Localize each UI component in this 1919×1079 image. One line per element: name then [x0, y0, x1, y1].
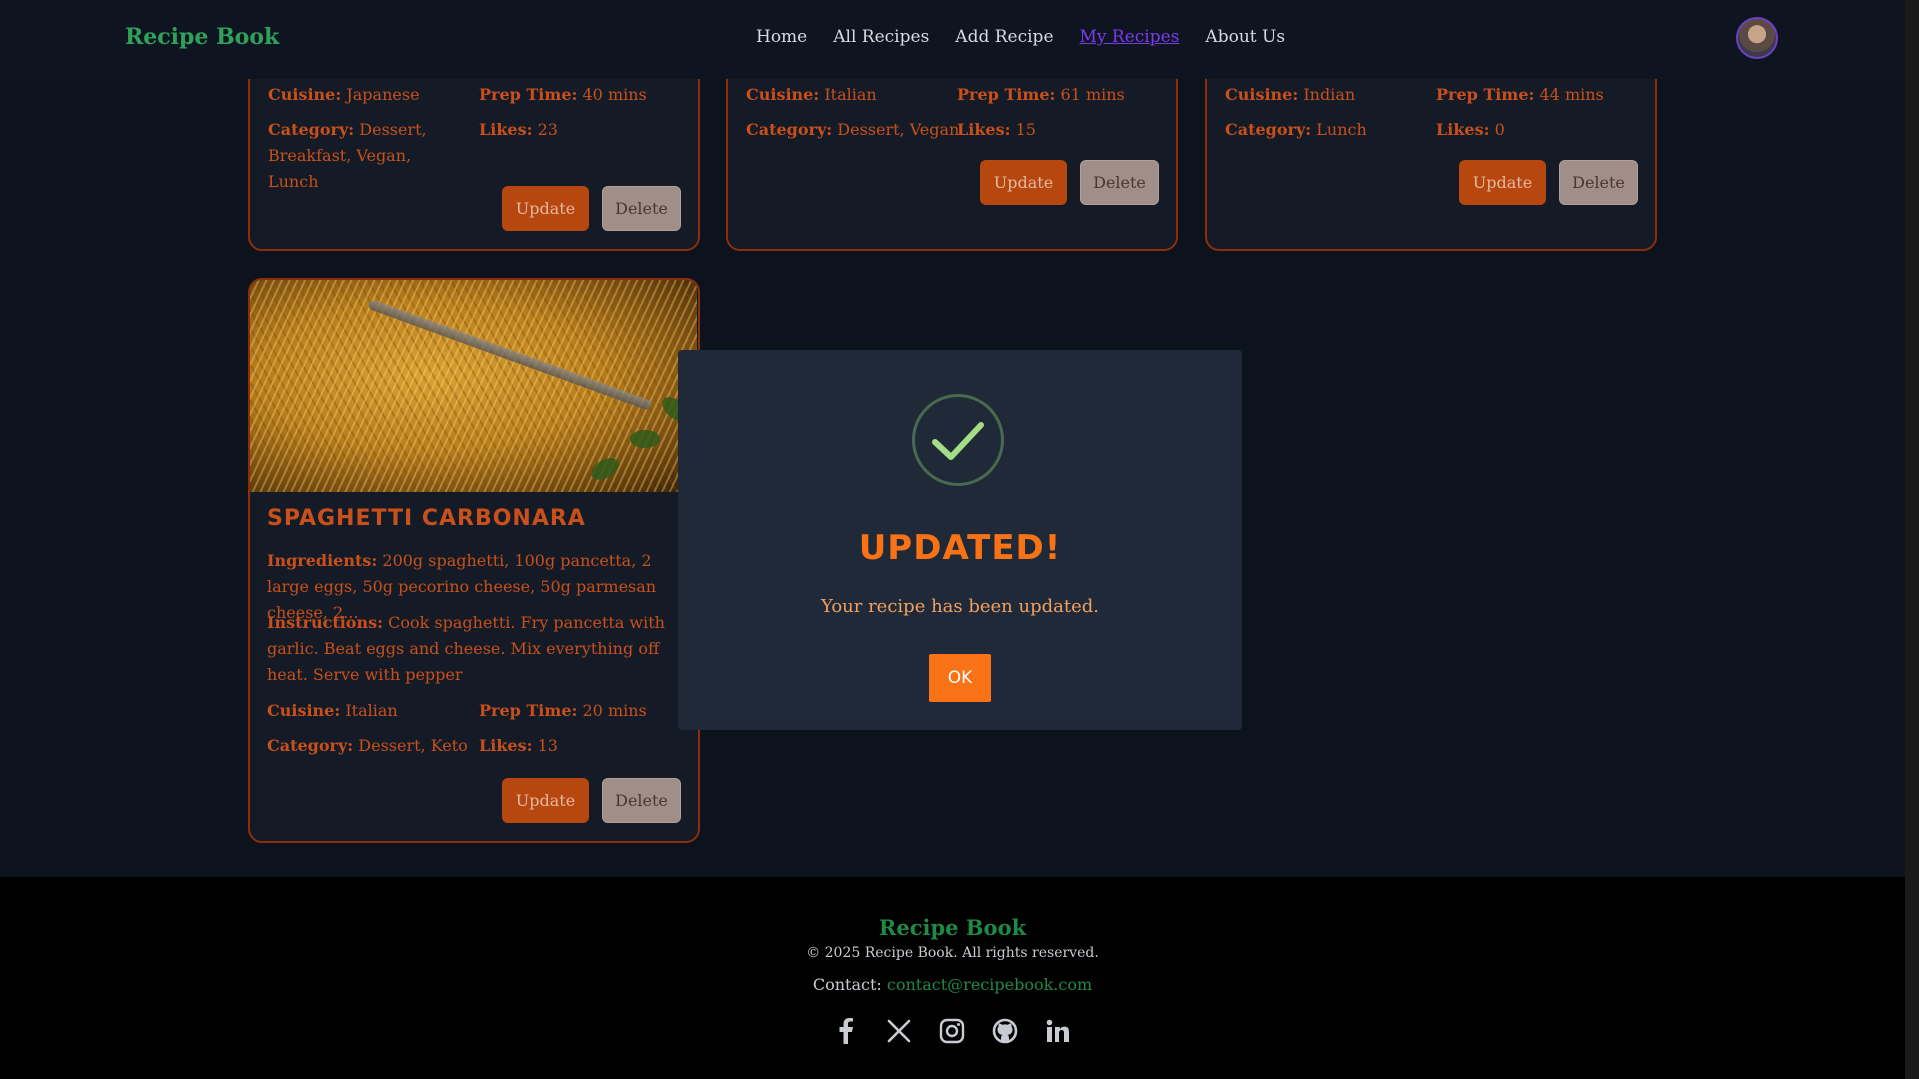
success-check-icon	[912, 394, 1004, 486]
delete-button[interactable]: Delete	[1080, 160, 1159, 205]
delete-button[interactable]: Delete	[602, 778, 681, 823]
modal-message: Your recipe has been updated.	[821, 596, 1099, 617]
contact-email-link[interactable]: contact@recipebook.com	[887, 975, 1092, 994]
category-field: Category: Dessert, Breakfast, Vegan, Lun…	[268, 120, 427, 191]
nav-about-us[interactable]: About Us	[1205, 27, 1285, 47]
update-button[interactable]: Update	[502, 778, 589, 823]
update-button[interactable]: Update	[980, 160, 1067, 205]
brand-logo[interactable]: Recipe Book	[125, 24, 279, 50]
instagram-icon[interactable]	[938, 1017, 966, 1045]
delete-button[interactable]: Delete	[1559, 160, 1638, 205]
instructions-field: Instructions: Cook spaghetti. Fry pancet…	[267, 613, 665, 684]
prep-time-field: Prep Time: 44 mins	[1436, 85, 1604, 104]
cuisine-field: Cuisine: Italian	[267, 701, 398, 720]
category-field: Category: Dessert, Keto	[267, 736, 468, 755]
github-icon[interactable]	[991, 1017, 1019, 1045]
nav-my-recipes[interactable]: My Recipes	[1080, 27, 1180, 47]
likes-field: Likes: 15	[957, 120, 1036, 139]
modal-title: UPDATED!	[858, 528, 1062, 568]
update-button[interactable]: Update	[1459, 160, 1546, 205]
cuisine-field: Cuisine: Indian	[1225, 85, 1356, 104]
nav-add-recipe[interactable]: Add Recipe	[955, 27, 1053, 47]
category-field: Category: Dessert, Vegan	[746, 120, 960, 139]
likes-field: Likes: 13	[479, 736, 558, 755]
recipe-image	[250, 280, 697, 492]
footer-brand: Recipe Book	[878, 915, 1027, 940]
update-button[interactable]: Update	[502, 186, 589, 231]
category-field: Category: Lunch	[1225, 120, 1367, 139]
likes-field: Likes: 0	[1436, 120, 1505, 139]
nav-all-recipes[interactable]: All Recipes	[833, 27, 929, 47]
herb-graphic	[587, 453, 623, 485]
ok-button[interactable]: OK	[929, 654, 991, 702]
prep-time-field: Prep Time: 40 mins	[479, 85, 647, 104]
prep-time-field: Prep Time: 20 mins	[479, 701, 647, 720]
footer: Recipe Book © 2025 Recipe Book. All righ…	[0, 877, 1905, 1079]
success-modal: UPDATED! Your recipe has been updated. O…	[678, 350, 1242, 730]
nav-links: Home All Recipes Add Recipe My Recipes A…	[756, 27, 1285, 47]
contact-label: Contact:	[812, 975, 882, 994]
facebook-icon[interactable]	[832, 1017, 860, 1045]
cuisine-field: Cuisine: Japanese	[268, 85, 420, 104]
prep-time-field: Prep Time: 61 mins	[957, 85, 1125, 104]
navbar: Recipe Book Home All Recipes Add Recipe …	[0, 0, 1905, 79]
delete-button[interactable]: Delete	[602, 186, 681, 231]
linkedin-icon[interactable]	[1044, 1017, 1072, 1045]
nav-home[interactable]: Home	[756, 27, 807, 47]
recipe-card-spaghetti: SPAGHETTI CARBONARA Ingredients: 200g sp…	[248, 278, 700, 843]
x-icon[interactable]	[885, 1017, 913, 1045]
cuisine-field: Cuisine: Italian	[746, 85, 877, 104]
page-scrollbar[interactable]	[1905, 0, 1919, 1079]
recipe-title: SPAGHETTI CARBONARA	[267, 506, 586, 531]
user-avatar[interactable]	[1736, 17, 1778, 59]
herb-graphic	[630, 430, 660, 448]
footer-contact: Contact: contact@recipebook.com	[0, 975, 1905, 994]
footer-copyright: © 2025 Recipe Book. All rights reserved.	[806, 945, 1099, 961]
likes-field: Likes: 23	[479, 120, 558, 139]
fork-graphic	[367, 298, 653, 412]
social-links	[832, 1017, 1072, 1045]
